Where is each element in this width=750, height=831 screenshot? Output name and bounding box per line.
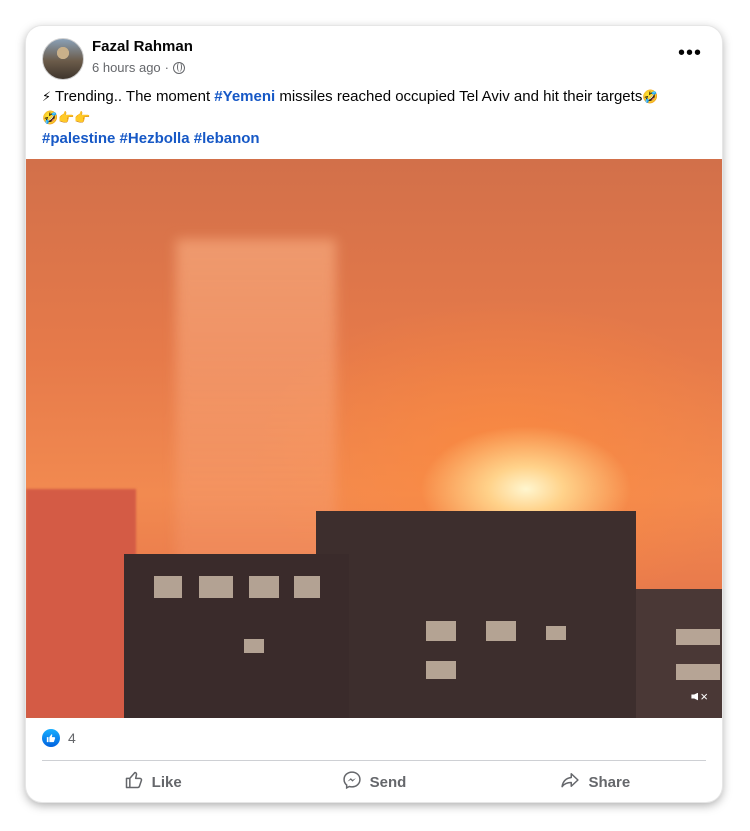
like-button[interactable]: Like — [42, 764, 263, 800]
messenger-icon — [342, 770, 362, 794]
send-button[interactable]: Send — [263, 764, 484, 800]
hashtag-yemeni[interactable]: #Yemeni — [214, 88, 275, 105]
post-text: ⚡ Trending.. The moment #Yemeni missiles… — [42, 86, 702, 149]
share-arrow-icon — [560, 770, 580, 794]
facebook-post-card: Fazal Rahman 6 hours ago · ••• ⚡ Trendin… — [26, 26, 722, 802]
reaction-summary[interactable]: 4 — [42, 729, 76, 747]
hashtag-lebanon[interactable]: #lebanon — [194, 130, 260, 147]
left-building — [26, 489, 136, 718]
building-center — [316, 511, 636, 718]
share-button[interactable]: Share — [485, 764, 706, 800]
action-bar: Like Send Share — [42, 764, 706, 800]
building-left — [124, 554, 349, 718]
divider — [42, 760, 706, 761]
like-reaction-icon — [42, 729, 60, 747]
hashtag-palestine[interactable]: #palestine — [42, 130, 115, 147]
post-timestamp[interactable]: 6 hours ago — [92, 60, 161, 75]
author-avatar[interactable] — [42, 38, 84, 80]
hashtag-hezbolla[interactable]: #Hezbolla — [120, 130, 190, 147]
post-text-part2: missiles reached occupied Tel Aviv and h… — [275, 88, 643, 105]
send-label: Send — [369, 773, 407, 791]
globe-icon — [173, 61, 186, 74]
post-text-part1: Trending.. The moment — [55, 88, 215, 105]
author-name[interactable]: Fazal Rahman — [92, 38, 193, 55]
building-right — [636, 589, 722, 718]
post-video[interactable]: × — [26, 159, 722, 718]
speaker-muted-icon[interactable]: × — [691, 689, 708, 704]
lightning-emoji: ⚡ — [42, 89, 52, 104]
reaction-count: 4 — [68, 730, 76, 746]
like-label: Like — [151, 773, 182, 791]
emoji-line: 🤣👉👉 — [42, 110, 91, 125]
more-options-button[interactable]: ••• — [678, 42, 702, 65]
laughing-emoji: 🤣 — [642, 89, 659, 104]
thumbs-up-icon — [124, 770, 144, 794]
post-meta: 6 hours ago · — [92, 60, 186, 75]
share-label: Share — [588, 773, 631, 791]
